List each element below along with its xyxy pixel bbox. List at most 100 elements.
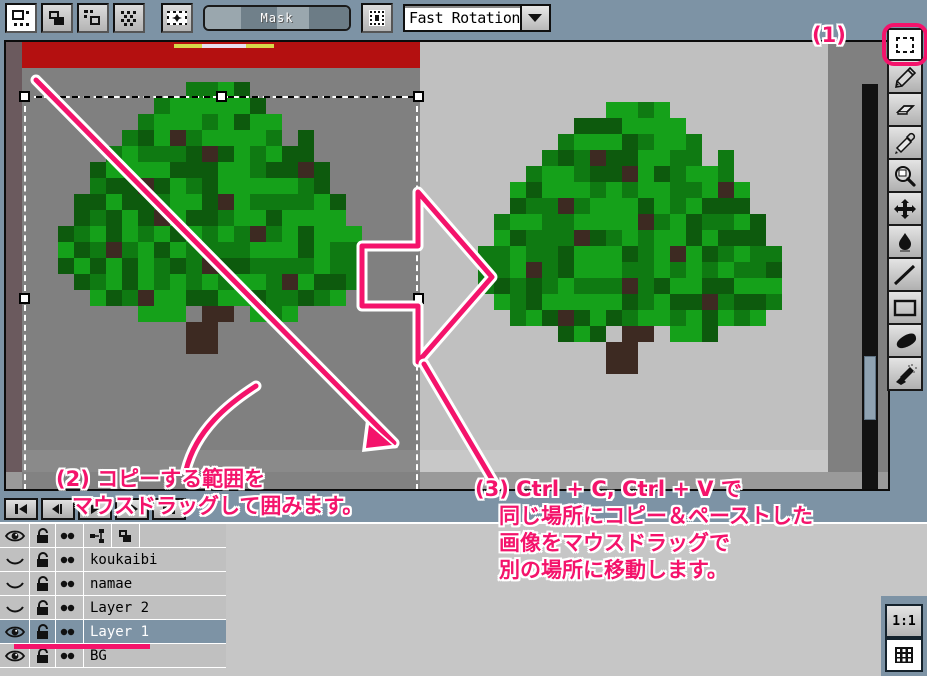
tree-pixel (686, 182, 702, 198)
layer-header-lock-toggle[interactable] (30, 524, 56, 547)
grid-toggle-button[interactable] (361, 3, 393, 33)
selection-handle-mr[interactable] (413, 293, 424, 304)
canvas-area[interactable] (4, 40, 890, 491)
tree-pixel (510, 198, 526, 214)
tree-pixel (510, 246, 526, 262)
tree-pixel (526, 214, 542, 230)
first-frame-button[interactable] (4, 498, 38, 520)
tree-pixel (686, 230, 702, 246)
tree-pixel (670, 182, 686, 198)
layer-visibility-toggle[interactable] (0, 548, 30, 571)
tree-pixel (638, 294, 654, 310)
magic-wand-button[interactable] (161, 3, 193, 33)
tree-pixel (638, 262, 654, 278)
transform-icon (82, 8, 104, 28)
tree-pixel (606, 198, 622, 214)
tree-pixel (590, 326, 606, 342)
eraser-tool[interactable] (887, 94, 923, 127)
tree-pixel (622, 262, 638, 278)
layer-lock-toggle[interactable] (30, 572, 56, 595)
tree-pixel (558, 310, 574, 326)
annotation-layer-underline (14, 644, 150, 649)
tree-pixel (718, 166, 734, 182)
tree-pixel (702, 230, 718, 246)
tree-pixel (734, 278, 750, 294)
tree-pixel (654, 214, 670, 230)
tree-pixel (526, 310, 542, 326)
layer-visibility-toggle[interactable] (0, 620, 30, 643)
tree-pixel (606, 118, 622, 134)
mask-seg-1 (205, 7, 241, 29)
layer-header-duplicate-button[interactable] (112, 524, 140, 547)
tree-pixel (638, 326, 654, 342)
grid-icon (366, 8, 388, 28)
tree-pixel (670, 278, 686, 294)
tree-pixel (606, 294, 622, 310)
link-nodes-icon (89, 528, 107, 544)
dither-button[interactable] (113, 3, 145, 33)
canvas-vertical-scrollbar[interactable] (862, 84, 878, 491)
layer-onion-toggle[interactable] (56, 548, 84, 571)
canvas-scrollbar-thumb[interactable] (864, 356, 876, 420)
duplicate-layer-button[interactable] (41, 3, 73, 33)
tree-pixel (718, 182, 734, 198)
chevron-down-icon[interactable] (520, 6, 549, 30)
tree-pixel (606, 358, 622, 374)
tree-pixel (574, 310, 590, 326)
layer-lock-toggle[interactable] (30, 620, 56, 643)
tree-pixel (718, 230, 734, 246)
tree-pixel (686, 214, 702, 230)
tree-pixel (526, 262, 542, 278)
selection-marquee[interactable] (24, 96, 418, 491)
tree-pixel (638, 166, 654, 182)
tree-pixel (622, 198, 638, 214)
tree-pixel (590, 294, 606, 310)
layer-visibility-toggle[interactable] (0, 572, 30, 595)
tree-pixel (606, 310, 622, 326)
tree-pixel (654, 102, 670, 118)
zoom-ratio-button[interactable]: 1:1 (885, 604, 923, 638)
mask-slider[interactable]: Mask (203, 5, 351, 31)
layer-header-visibility-toggle[interactable] (0, 524, 30, 547)
tree-pixel (574, 150, 590, 166)
transform-button[interactable] (77, 3, 109, 33)
selection-handle-tl[interactable] (19, 91, 30, 102)
layer-onion-toggle[interactable] (56, 596, 84, 619)
filmstrip-button[interactable] (885, 638, 923, 672)
fill-tool[interactable] (887, 226, 923, 259)
selection-handle-tr[interactable] (413, 91, 424, 102)
move-tool[interactable] (887, 193, 923, 226)
layer-lock-toggle[interactable] (30, 596, 56, 619)
canvas-white-mark (202, 44, 246, 48)
select-tool-wrapper (887, 28, 923, 61)
rotation-mode-select[interactable]: Fast Rotation (403, 4, 551, 32)
blob-brush-tool[interactable] (887, 325, 923, 358)
tree-pixel (622, 214, 638, 230)
select-tool[interactable] (887, 28, 923, 61)
tree-pixel (670, 166, 686, 182)
eyedropper-tool[interactable] (887, 127, 923, 160)
zoom-tool[interactable] (887, 160, 923, 193)
tree-pixel (670, 326, 686, 342)
selection-handle-tc[interactable] (216, 91, 227, 102)
spray-tool[interactable] (887, 358, 923, 391)
tree-pixel (542, 310, 558, 326)
pencil-tool[interactable] (887, 61, 923, 94)
layer-onion-toggle[interactable] (56, 620, 84, 643)
layer-lock-toggle[interactable] (30, 548, 56, 571)
bottom-right-buttons: 1:1 (885, 604, 923, 672)
tree-pixel (670, 214, 686, 230)
layer-onion-toggle[interactable] (56, 572, 84, 595)
layer-header-onion-toggle[interactable] (56, 524, 84, 547)
selection-handle-ml[interactable] (19, 293, 30, 304)
line-tool[interactable] (887, 259, 923, 292)
select-rect-tool-button[interactable] (5, 3, 37, 33)
tree-pixel (718, 246, 734, 262)
layer-header-link-button[interactable] (84, 524, 112, 547)
tree-sprite-right (446, 102, 830, 472)
tree-pixel (638, 230, 654, 246)
tree-pixel (590, 214, 606, 230)
tree-pixel (766, 294, 782, 310)
layer-visibility-toggle[interactable] (0, 596, 30, 619)
rectangle-tool[interactable] (887, 292, 923, 325)
